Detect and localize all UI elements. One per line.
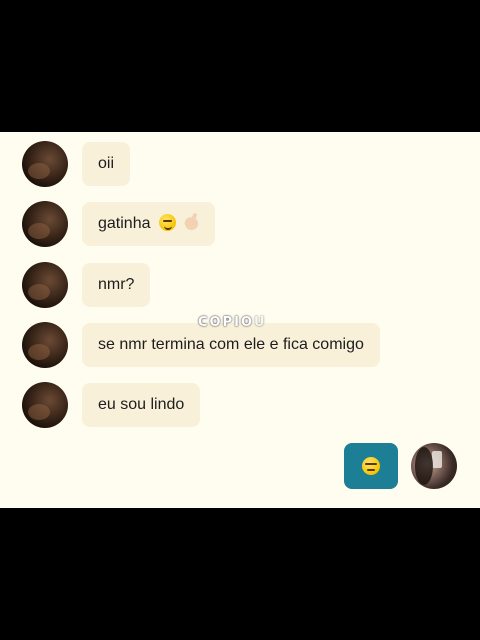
- message-row-received: gatinha: [0, 201, 480, 249]
- watermark-text-faint: U: [254, 315, 267, 330]
- watermark: COPIOU: [198, 315, 267, 330]
- message-text: oii: [98, 155, 115, 172]
- chat-conversation[interactable]: oii gatinha nmr? se nmr termina com ele …: [0, 132, 480, 508]
- message-row-received: nmr?: [0, 262, 480, 310]
- message-row-received: oii: [0, 141, 480, 189]
- message-text: eu sou lindo: [98, 396, 185, 413]
- contact-avatar[interactable]: [22, 382, 68, 428]
- message-text: gatinha: [98, 215, 151, 232]
- message-bubble[interactable]: eu sou lindo: [82, 383, 201, 427]
- pinching-hand-emoji-icon: [183, 213, 199, 231]
- user-avatar[interactable]: [411, 443, 457, 489]
- sent-message-bubble[interactable]: [344, 443, 398, 489]
- message-text: nmr?: [98, 276, 135, 293]
- contact-avatar[interactable]: [22, 201, 68, 247]
- contact-avatar[interactable]: [22, 141, 68, 187]
- smirking-face-emoji-icon: [158, 214, 176, 231]
- message-bubble[interactable]: oii: [82, 142, 131, 186]
- contact-avatar[interactable]: [22, 322, 68, 368]
- letterbox-top: [0, 0, 480, 132]
- contact-avatar[interactable]: [22, 262, 68, 308]
- watermark-text: COPIO: [198, 315, 255, 330]
- message-bubble[interactable]: nmr?: [82, 263, 151, 307]
- message-row-received: eu sou lindo: [0, 382, 480, 430]
- message-text: se nmr termina com ele e fica comigo: [98, 336, 364, 353]
- expressionless-face-emoji-icon: [362, 457, 380, 475]
- letterbox-bottom: [0, 508, 480, 640]
- message-bubble[interactable]: gatinha: [82, 202, 216, 246]
